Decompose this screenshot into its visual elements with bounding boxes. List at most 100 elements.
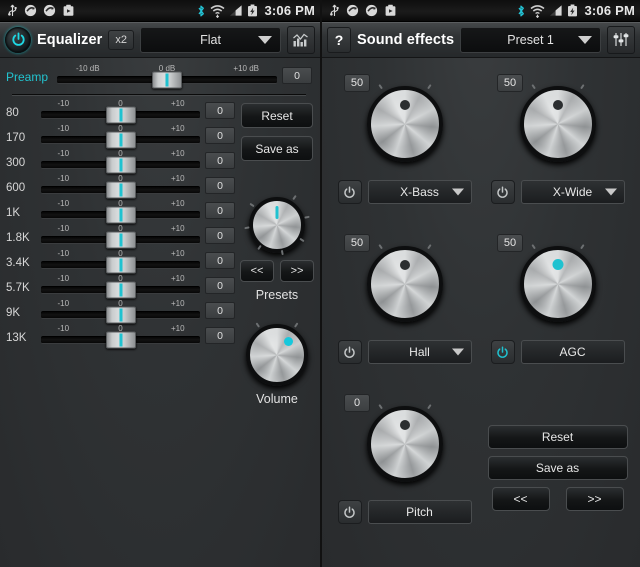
band-slider-thumb[interactable] bbox=[105, 281, 136, 299]
band-slider-thumb[interactable] bbox=[105, 131, 136, 149]
band-value[interactable]: 0 bbox=[205, 327, 235, 344]
preamp-slider-thumb[interactable] bbox=[152, 71, 182, 89]
band-slider[interactable] bbox=[41, 256, 200, 274]
equalizer-power-toggle[interactable] bbox=[5, 26, 31, 53]
effect-knob[interactable] bbox=[366, 244, 443, 322]
band-slider-thumb[interactable] bbox=[105, 106, 136, 124]
effect-knob-area: 0 bbox=[328, 388, 481, 500]
band-slider[interactable] bbox=[41, 331, 200, 349]
band-slider-thumb[interactable] bbox=[105, 156, 136, 174]
eq-preset-dropdown[interactable]: Flat bbox=[140, 26, 281, 53]
chevron-down-icon bbox=[258, 35, 272, 44]
band-slider[interactable] bbox=[41, 206, 200, 224]
wifi-icon bbox=[211, 4, 225, 18]
presets-knob[interactable] bbox=[244, 194, 310, 256]
band-value[interactable]: 0 bbox=[205, 227, 235, 244]
chevron-down-icon bbox=[451, 348, 464, 356]
effect-knob[interactable] bbox=[366, 404, 443, 482]
fx-reset-button[interactable]: Reset bbox=[487, 425, 628, 449]
band-value[interactable]: 0 bbox=[205, 252, 235, 269]
effect-cell: 50 AGC bbox=[481, 228, 634, 388]
chevron-down-icon bbox=[604, 188, 617, 196]
fx-preset-dropdown[interactable]: Preset 1 bbox=[460, 26, 601, 53]
band-value[interactable]: 0 bbox=[205, 202, 235, 219]
effect-knob[interactable] bbox=[519, 244, 596, 322]
effect-cell: 0 Pitch bbox=[328, 388, 481, 548]
wifi-icon bbox=[531, 4, 545, 18]
band-slider[interactable] bbox=[41, 231, 200, 249]
band-value[interactable]: 0 bbox=[205, 102, 235, 119]
band-value[interactable]: 0 bbox=[205, 152, 235, 169]
band-tick-min: -10 bbox=[57, 324, 70, 333]
equalizer-panel: 3:06 PM Equalizer x2 Flat Preamp -10 dB … bbox=[0, 0, 320, 567]
multiplier-badge[interactable]: x2 bbox=[108, 29, 134, 50]
band-slider-thumb[interactable] bbox=[105, 331, 136, 349]
preamp-row: Preamp -10 dB 0 dB +10 dB 0 bbox=[6, 64, 312, 89]
effect-name-dropdown[interactable]: Hall bbox=[367, 340, 472, 364]
band-frequency-label: 13K bbox=[6, 332, 27, 344]
band-slider[interactable] bbox=[41, 181, 200, 199]
eq-band-row: 170 -10 0 +10 0 bbox=[6, 124, 235, 149]
band-frequency-label: 600 bbox=[6, 182, 26, 194]
effect-name-dropdown[interactable]: X-Wide bbox=[520, 180, 625, 204]
spectrum-icon-button[interactable] bbox=[287, 25, 315, 54]
effect-power-toggle[interactable] bbox=[337, 500, 362, 524]
effect-power-toggle[interactable] bbox=[490, 340, 515, 364]
band-track-column: -10 0 +10 bbox=[41, 274, 200, 299]
effect-name-dropdown[interactable]: X-Bass bbox=[367, 180, 472, 204]
effect-knob-ticks bbox=[517, 83, 599, 165]
preamp-value[interactable]: 0 bbox=[282, 67, 312, 84]
band-slider[interactable] bbox=[41, 106, 200, 124]
eq-band-row: 600 -10 0 +10 0 bbox=[6, 174, 235, 199]
eq-preset-value: Flat bbox=[200, 32, 221, 47]
band-tick-max: +10 bbox=[170, 174, 185, 183]
reset-button[interactable]: Reset bbox=[241, 103, 313, 128]
effect-name-dropdown[interactable]: Pitch bbox=[367, 500, 472, 524]
band-slider-thumb[interactable] bbox=[105, 306, 136, 324]
band-tick-min: -10 bbox=[57, 224, 70, 233]
band-slider-thumb[interactable] bbox=[105, 256, 136, 274]
eq-side-controls: Reset Save as << >> Presets Volume bbox=[239, 99, 315, 406]
band-value[interactable]: 0 bbox=[205, 302, 235, 319]
preset-next-button[interactable]: >> bbox=[280, 260, 314, 282]
effect-power-toggle[interactable] bbox=[337, 340, 362, 364]
effect-power-toggle[interactable] bbox=[337, 180, 362, 204]
usb-icon bbox=[8, 4, 17, 16]
band-value[interactable]: 0 bbox=[205, 127, 235, 144]
band-value[interactable]: 0 bbox=[205, 277, 235, 294]
save-as-button[interactable]: Save as bbox=[241, 136, 313, 161]
band-tick-max: +10 bbox=[170, 199, 185, 208]
band-tick-max: +10 bbox=[170, 99, 185, 108]
status-bar: 3:06 PM bbox=[0, 0, 320, 22]
effect-name-dropdown[interactable]: AGC bbox=[520, 340, 625, 364]
band-slider[interactable] bbox=[41, 131, 200, 149]
band-value[interactable]: 0 bbox=[205, 177, 235, 194]
effects-grid: 50 X-Bass 50 X-Wide 50 Hall 50 AGC 0 Pitch Reset Sa… bbox=[322, 58, 640, 548]
band-slider[interactable] bbox=[41, 281, 200, 299]
preset-prev-button[interactable]: << bbox=[240, 260, 274, 282]
fx-next-button[interactable]: >> bbox=[565, 487, 624, 511]
effect-cell: 50 Hall bbox=[328, 228, 481, 388]
band-slider[interactable] bbox=[41, 156, 200, 174]
volume-knob[interactable] bbox=[246, 322, 308, 386]
band-slider-thumb[interactable] bbox=[105, 181, 136, 199]
faders-icon-button[interactable] bbox=[607, 25, 635, 54]
band-slider-thumb[interactable] bbox=[105, 231, 136, 249]
effects-button-stack: Reset Save as << >> bbox=[481, 388, 634, 548]
effect-knob-indicator bbox=[399, 420, 410, 430]
effect-knob[interactable] bbox=[366, 84, 443, 162]
fx-preset-value: Preset 1 bbox=[507, 32, 554, 47]
sync-icon bbox=[346, 4, 359, 17]
effects-button-cell: Reset Save as << >> bbox=[481, 388, 634, 548]
band-track-column: -10 0 +10 bbox=[41, 99, 200, 124]
effect-power-toggle[interactable] bbox=[490, 180, 515, 204]
preamp-slider[interactable] bbox=[57, 71, 277, 89]
band-tick-max: +10 bbox=[170, 274, 185, 283]
effect-knob[interactable] bbox=[517, 83, 599, 165]
fx-prev-button[interactable]: << bbox=[491, 487, 550, 511]
help-button[interactable]: ? bbox=[327, 26, 351, 53]
fx-save-as-button[interactable]: Save as bbox=[487, 456, 628, 480]
eq-band-row: 13K -10 0 +10 0 bbox=[6, 324, 235, 349]
band-slider[interactable] bbox=[41, 306, 200, 324]
band-slider-thumb[interactable] bbox=[105, 206, 136, 224]
